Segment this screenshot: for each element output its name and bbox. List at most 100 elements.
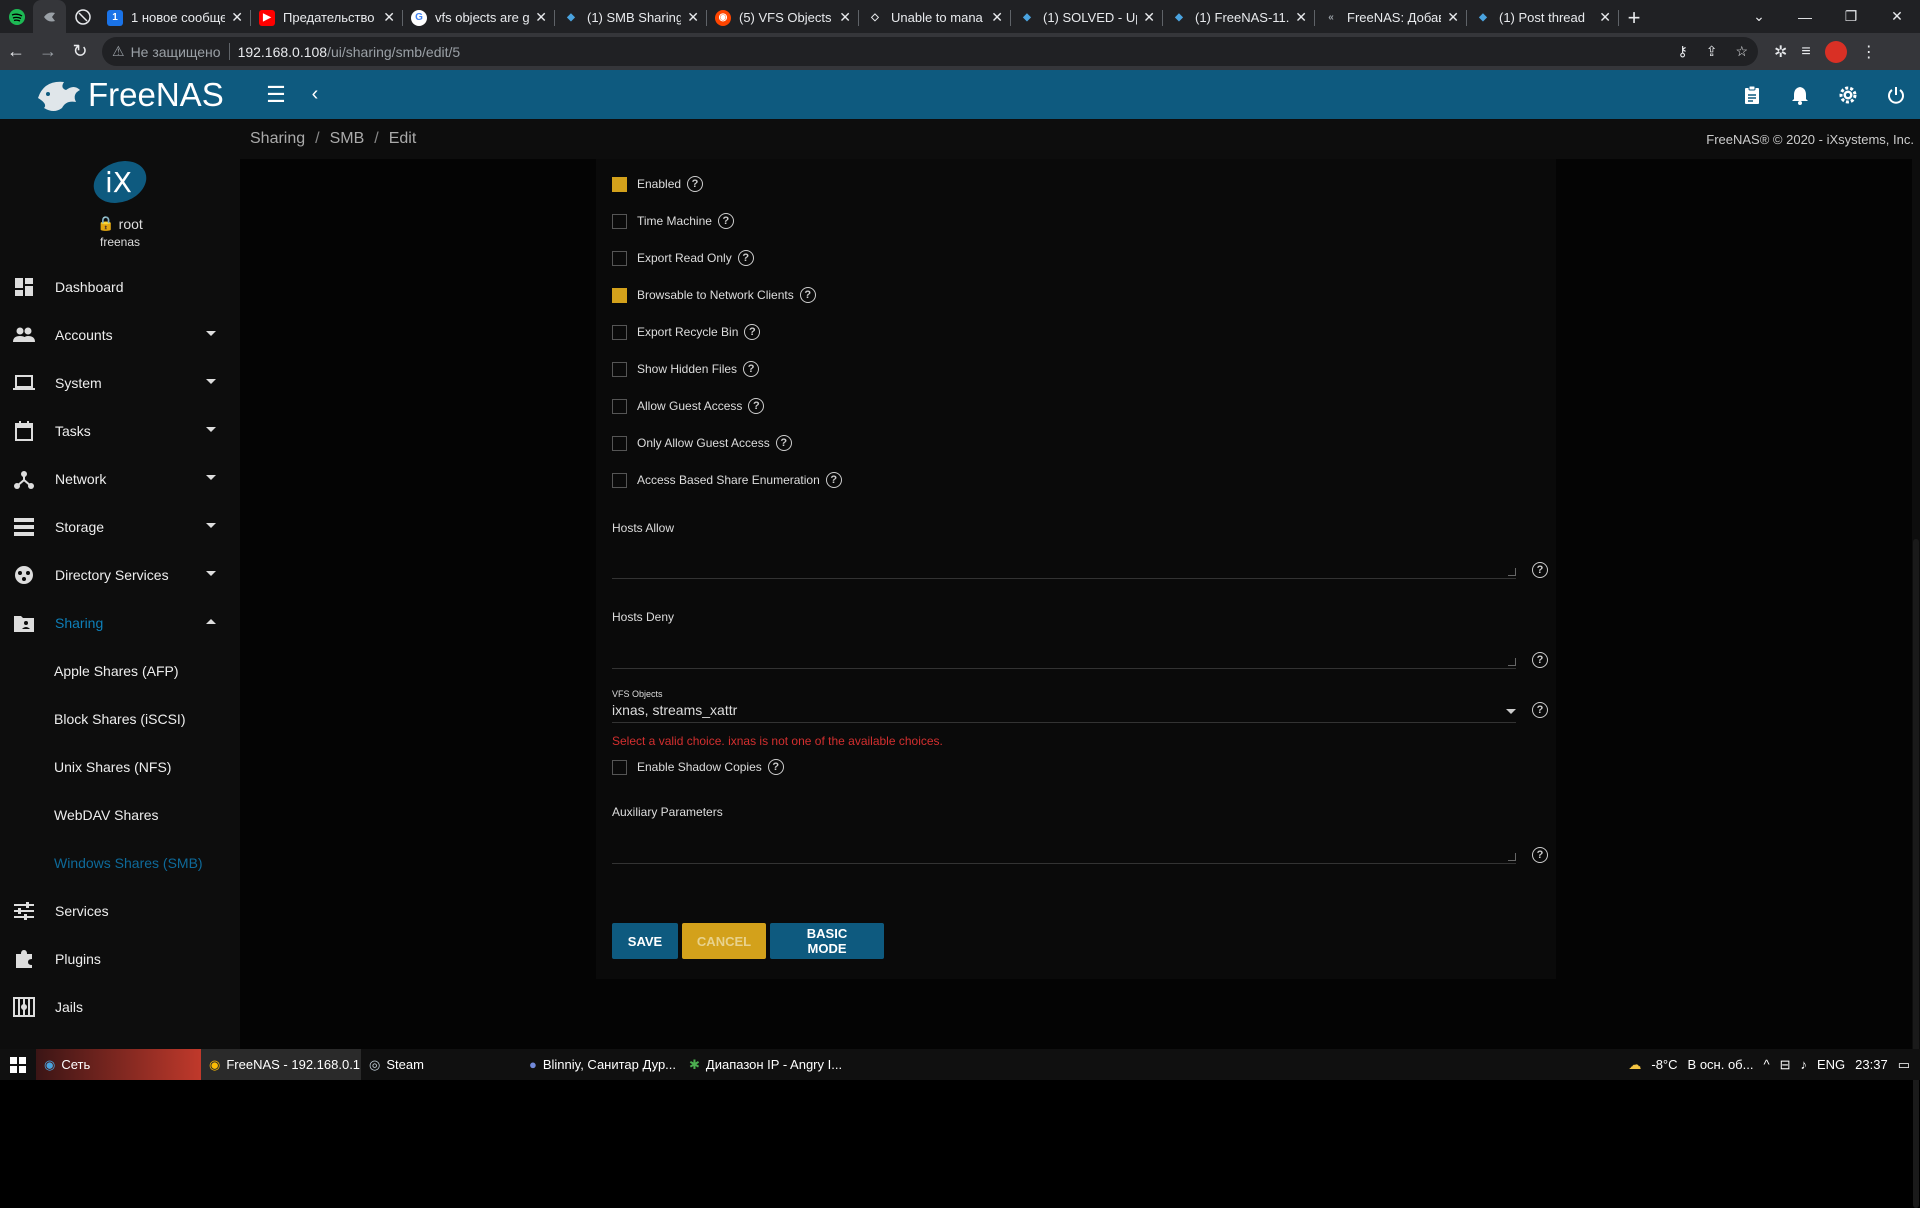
sidebar-item-network[interactable]: Network: [0, 455, 240, 503]
extensions-puzzle-icon[interactable]: ✲: [1774, 42, 1787, 62]
new-tab-button[interactable]: +: [1619, 2, 1649, 33]
close-icon[interactable]: ✕: [839, 9, 851, 26]
help-icon[interactable]: ?: [748, 398, 765, 414]
close-icon[interactable]: ✕: [231, 9, 243, 26]
sidebar-item-system[interactable]: System: [0, 359, 240, 407]
guest-access-checkbox[interactable]: [612, 398, 627, 414]
breadcrumb-sharing[interactable]: Sharing: [250, 130, 305, 148]
close-icon[interactable]: ✕: [383, 9, 395, 26]
star-icon[interactable]: ☆: [1735, 43, 1748, 60]
only-guest-checkbox[interactable]: [612, 435, 627, 451]
time-machine-checkbox[interactable]: [612, 213, 627, 229]
back-arrow-icon[interactable]: ←: [0, 36, 32, 68]
help-icon[interactable]: ?: [1532, 847, 1548, 863]
profile-avatar[interactable]: [1824, 40, 1847, 63]
weather-temp[interactable]: -8°C: [1651, 1057, 1677, 1072]
browser-tab[interactable]: ◆ (1) SMB Sharing ✕: [555, 2, 707, 33]
basic-mode-button[interactable]: BASIC MODE: [770, 923, 884, 959]
cancel-button[interactable]: CANCEL: [682, 923, 766, 959]
chrome-menu-icon[interactable]: ⋮: [1861, 42, 1877, 62]
clock[interactable]: 23:37: [1855, 1057, 1888, 1072]
share-icon[interactable]: ⇪: [1706, 43, 1718, 60]
help-icon[interactable]: ?: [717, 213, 734, 229]
browser-tab[interactable]: ◉ (5) VFS Objects ✕: [707, 2, 859, 33]
browser-tab[interactable]: 1 1 новое сообщение ✕: [99, 2, 251, 33]
checkbox-row-hidden-files[interactable]: Show Hidden Files ?: [612, 361, 760, 377]
checkbox-row-export-read-only[interactable]: Export Read Only ?: [612, 250, 754, 266]
sidebar-item-dashboard[interactable]: Dashboard: [0, 263, 240, 311]
recycle-bin-checkbox[interactable]: [612, 324, 627, 340]
clipboard-icon[interactable]: [1728, 70, 1776, 119]
notification-icon[interactable]: ▭: [1898, 1057, 1910, 1073]
taskbar-app-network[interactable]: ◉ Сеть: [36, 1049, 201, 1080]
enabled-checkbox[interactable]: [612, 176, 627, 192]
hamburger-menu-icon[interactable]: ☰: [252, 82, 300, 108]
weather-text[interactable]: В осн. об...: [1688, 1057, 1754, 1072]
chevron-left-icon[interactable]: ‹: [300, 83, 330, 106]
bell-icon[interactable]: [1776, 70, 1824, 119]
browser-tab[interactable]: ◆ (1) Post thread ✕: [1467, 2, 1619, 33]
resize-handle[interactable]: [1508, 853, 1516, 861]
restore-button[interactable]: ❐: [1828, 0, 1874, 33]
hosts-deny-textarea[interactable]: [612, 639, 1516, 669]
reload-icon[interactable]: ↻: [64, 36, 96, 68]
checkbox-row-shadow-copies[interactable]: Enable Shadow Copies ?: [612, 759, 784, 775]
language-indicator[interactable]: ENG: [1817, 1057, 1845, 1072]
sidebar-item-tasks[interactable]: Tasks: [0, 407, 240, 455]
help-icon[interactable]: ?: [825, 472, 842, 488]
sidebar-item-services[interactable]: Services: [0, 887, 240, 935]
windows-start-icon[interactable]: [0, 1049, 36, 1080]
checkbox-row-browsable[interactable]: Browsable to Network Clients ?: [612, 287, 816, 303]
help-icon[interactable]: ?: [767, 759, 784, 775]
browser-tab[interactable]: ◇ Unable to mana ✕: [859, 2, 1011, 33]
help-icon[interactable]: ?: [687, 176, 704, 192]
checkbox-row-enabled[interactable]: Enabled ?: [612, 176, 704, 192]
sidebar-item-accounts[interactable]: Accounts: [0, 311, 240, 359]
help-icon[interactable]: ?: [743, 361, 760, 377]
close-icon[interactable]: ✕: [687, 9, 699, 26]
shadow-copies-checkbox[interactable]: [612, 759, 627, 775]
close-window-button[interactable]: ✕: [1874, 0, 1920, 33]
sidebar-subitem-afp[interactable]: Apple Shares (AFP): [0, 647, 240, 695]
close-icon[interactable]: ✕: [1295, 9, 1307, 26]
breadcrumb-smb[interactable]: SMB: [330, 130, 365, 148]
network-tray-icon[interactable]: ⊟: [1780, 1057, 1791, 1073]
browser-tab[interactable]: Gvfs objects are g ✕: [403, 2, 555, 33]
minimize-button[interactable]: —: [1782, 0, 1828, 33]
media-queue-icon[interactable]: ≡: [1801, 43, 1810, 61]
resize-handle[interactable]: [1508, 568, 1516, 576]
help-icon[interactable]: ?: [799, 287, 816, 303]
help-icon[interactable]: ?: [1532, 562, 1548, 578]
save-button[interactable]: SAVE: [612, 923, 678, 959]
close-icon[interactable]: ✕: [1143, 9, 1155, 26]
scrollbar-thumb[interactable]: [1913, 539, 1919, 1208]
sidebar-subitem-nfs[interactable]: Unix Shares (NFS): [0, 743, 240, 791]
browser-tab[interactable]: « FreeNAS: Добав ✕: [1315, 2, 1467, 33]
pinned-tab-vpn[interactable]: [66, 0, 99, 33]
close-icon[interactable]: ✕: [1599, 9, 1611, 26]
checkbox-row-time-machine[interactable]: Time Machine ?: [612, 213, 734, 229]
help-icon[interactable]: ?: [1532, 702, 1548, 718]
volume-icon[interactable]: ♪: [1800, 1057, 1807, 1072]
address-bar[interactable]: ⚠ Не защищено 192.168.0.108/ui/sharing/s…: [102, 37, 1758, 66]
sidebar-subitem-iscsi[interactable]: Block Shares (iSCSI): [0, 695, 240, 743]
close-icon[interactable]: ✕: [991, 9, 1003, 26]
taskbar-app-chrome[interactable]: ◉ FreeNAS - 192.168.0.1...: [201, 1049, 361, 1080]
browser-tab[interactable]: ◆ (1) FreeNAS-11. ✕: [1163, 2, 1315, 33]
help-icon[interactable]: ?: [744, 324, 761, 340]
sidebar-item-plugins[interactable]: Plugins: [0, 935, 240, 983]
browsable-checkbox[interactable]: [612, 287, 627, 303]
taskbar-app-discord[interactable]: ● Blinniy, Санитар Дур...: [521, 1049, 681, 1080]
export-read-only-checkbox[interactable]: [612, 250, 627, 266]
taskbar-app-steam[interactable]: ◎ Steam: [361, 1049, 521, 1080]
checkbox-row-abse[interactable]: Access Based Share Enumeration ?: [612, 472, 842, 488]
checkbox-row-guest-access[interactable]: Allow Guest Access ?: [612, 398, 765, 414]
gear-icon[interactable]: [1824, 70, 1872, 119]
vfs-objects-select[interactable]: VFS Objects ixnas, streams_xattr: [612, 689, 1516, 723]
tab-search-chevron-icon[interactable]: ⌄: [1736, 0, 1782, 33]
checkbox-row-recycle-bin[interactable]: Export Recycle Bin ?: [612, 324, 761, 340]
help-icon[interactable]: ?: [775, 435, 792, 451]
abse-checkbox[interactable]: [612, 472, 627, 488]
taskbar-app-angry-ip[interactable]: ✱ Диапазон IP - Angry I...: [681, 1049, 841, 1080]
sidebar-item-storage[interactable]: Storage: [0, 503, 240, 551]
